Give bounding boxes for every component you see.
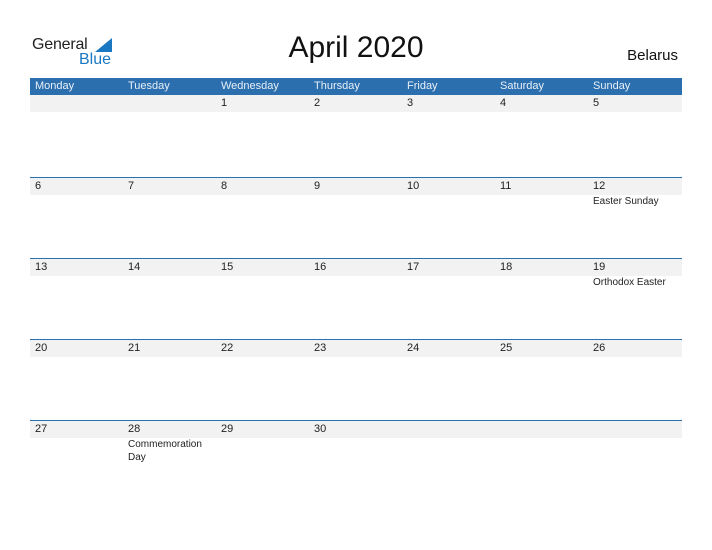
holiday-label xyxy=(495,276,588,289)
day-number: 1 xyxy=(221,97,228,109)
holiday-label xyxy=(309,276,402,289)
holiday-label xyxy=(123,195,216,208)
weekday-saturday: Saturday xyxy=(500,80,545,92)
holiday-label xyxy=(216,438,309,464)
holiday-label xyxy=(495,195,588,208)
holiday-row: Orthodox Easter xyxy=(30,276,682,289)
calendar-title: April 2020 xyxy=(288,31,424,64)
day-number: 29 xyxy=(221,423,234,435)
holiday-label xyxy=(30,195,123,208)
day-number xyxy=(588,421,681,438)
day-number: 13 xyxy=(35,261,48,273)
weekday-monday: Monday xyxy=(35,80,75,92)
day-number: 22 xyxy=(221,342,234,354)
day-number: 3 xyxy=(407,97,414,109)
date-strip: 13 14 15 16 17 18 19 xyxy=(30,258,682,276)
day-number: 18 xyxy=(500,261,513,273)
weekday-thursday: Thursday xyxy=(314,80,360,92)
holiday-row: Easter Sunday xyxy=(30,195,682,208)
day-number: 11 xyxy=(500,180,512,192)
holiday-label xyxy=(309,438,402,464)
week-row: 13 14 15 16 17 18 19 Orthodox Easter xyxy=(30,258,682,289)
holiday-label: Orthodox Easter xyxy=(593,277,666,288)
date-strip: 27 28 29 30 xyxy=(30,420,682,438)
day-number: 14 xyxy=(128,261,141,273)
holiday-label xyxy=(30,438,123,464)
day-number xyxy=(495,421,588,438)
day-number: 9 xyxy=(314,180,321,192)
date-strip: 6 7 8 9 10 11 12 xyxy=(30,177,682,195)
day-number: 16 xyxy=(314,261,327,273)
weekday-header: Monday Tuesday Wednesday Thursday Friday… xyxy=(30,78,682,95)
day-number: 17 xyxy=(407,261,420,273)
holiday-label xyxy=(495,438,588,464)
day-number: 12 xyxy=(593,180,606,192)
holiday-label xyxy=(216,195,309,208)
holiday-label xyxy=(30,276,123,289)
day-number xyxy=(30,95,123,112)
day-number: 30 xyxy=(314,423,327,435)
day-number: 25 xyxy=(500,342,513,354)
country-label: Belarus xyxy=(627,47,678,64)
day-number xyxy=(402,421,495,438)
holiday-label xyxy=(402,195,495,208)
holiday-label xyxy=(402,276,495,289)
weekday-tuesday: Tuesday xyxy=(128,80,170,92)
holiday-label: Commemoration Day xyxy=(128,439,202,463)
holiday-label: Easter Sunday xyxy=(593,196,659,207)
day-number: 28 xyxy=(128,423,141,435)
day-number: 24 xyxy=(407,342,420,354)
holiday-label xyxy=(216,276,309,289)
day-number: 6 xyxy=(35,180,42,192)
weekday-sunday: Sunday xyxy=(593,80,631,92)
week-row: 6 7 8 9 10 11 12 Easter Sunday xyxy=(30,177,682,208)
day-number: 7 xyxy=(128,180,135,192)
day-number: 27 xyxy=(35,423,48,435)
week-row: 27 28 29 30 Commemoration Day xyxy=(30,420,682,464)
day-number: 23 xyxy=(314,342,327,354)
day-number: 2 xyxy=(314,97,321,109)
weekday-friday: Friday xyxy=(407,80,438,92)
day-number: 19 xyxy=(593,261,606,273)
week-row: 1 2 3 4 5 xyxy=(30,95,682,112)
day-number: 15 xyxy=(221,261,234,273)
day-number: 26 xyxy=(593,342,606,354)
day-number xyxy=(123,95,216,112)
date-strip: 1 2 3 4 5 xyxy=(30,95,682,112)
holiday-label xyxy=(588,438,681,464)
holiday-label xyxy=(123,276,216,289)
holiday-label xyxy=(309,195,402,208)
day-number: 20 xyxy=(35,342,48,354)
date-strip: 20 21 22 23 24 25 26 xyxy=(30,339,682,357)
day-number: 4 xyxy=(500,97,507,109)
week-row: 20 21 22 23 24 25 26 xyxy=(30,339,682,357)
weekday-wednesday: Wednesday xyxy=(221,80,279,92)
day-number: 21 xyxy=(128,342,141,354)
holiday-row: Commemoration Day xyxy=(30,438,682,464)
holiday-label xyxy=(402,438,495,464)
day-number: 8 xyxy=(221,180,228,192)
day-number: 10 xyxy=(407,180,420,192)
day-number: 5 xyxy=(593,97,600,109)
